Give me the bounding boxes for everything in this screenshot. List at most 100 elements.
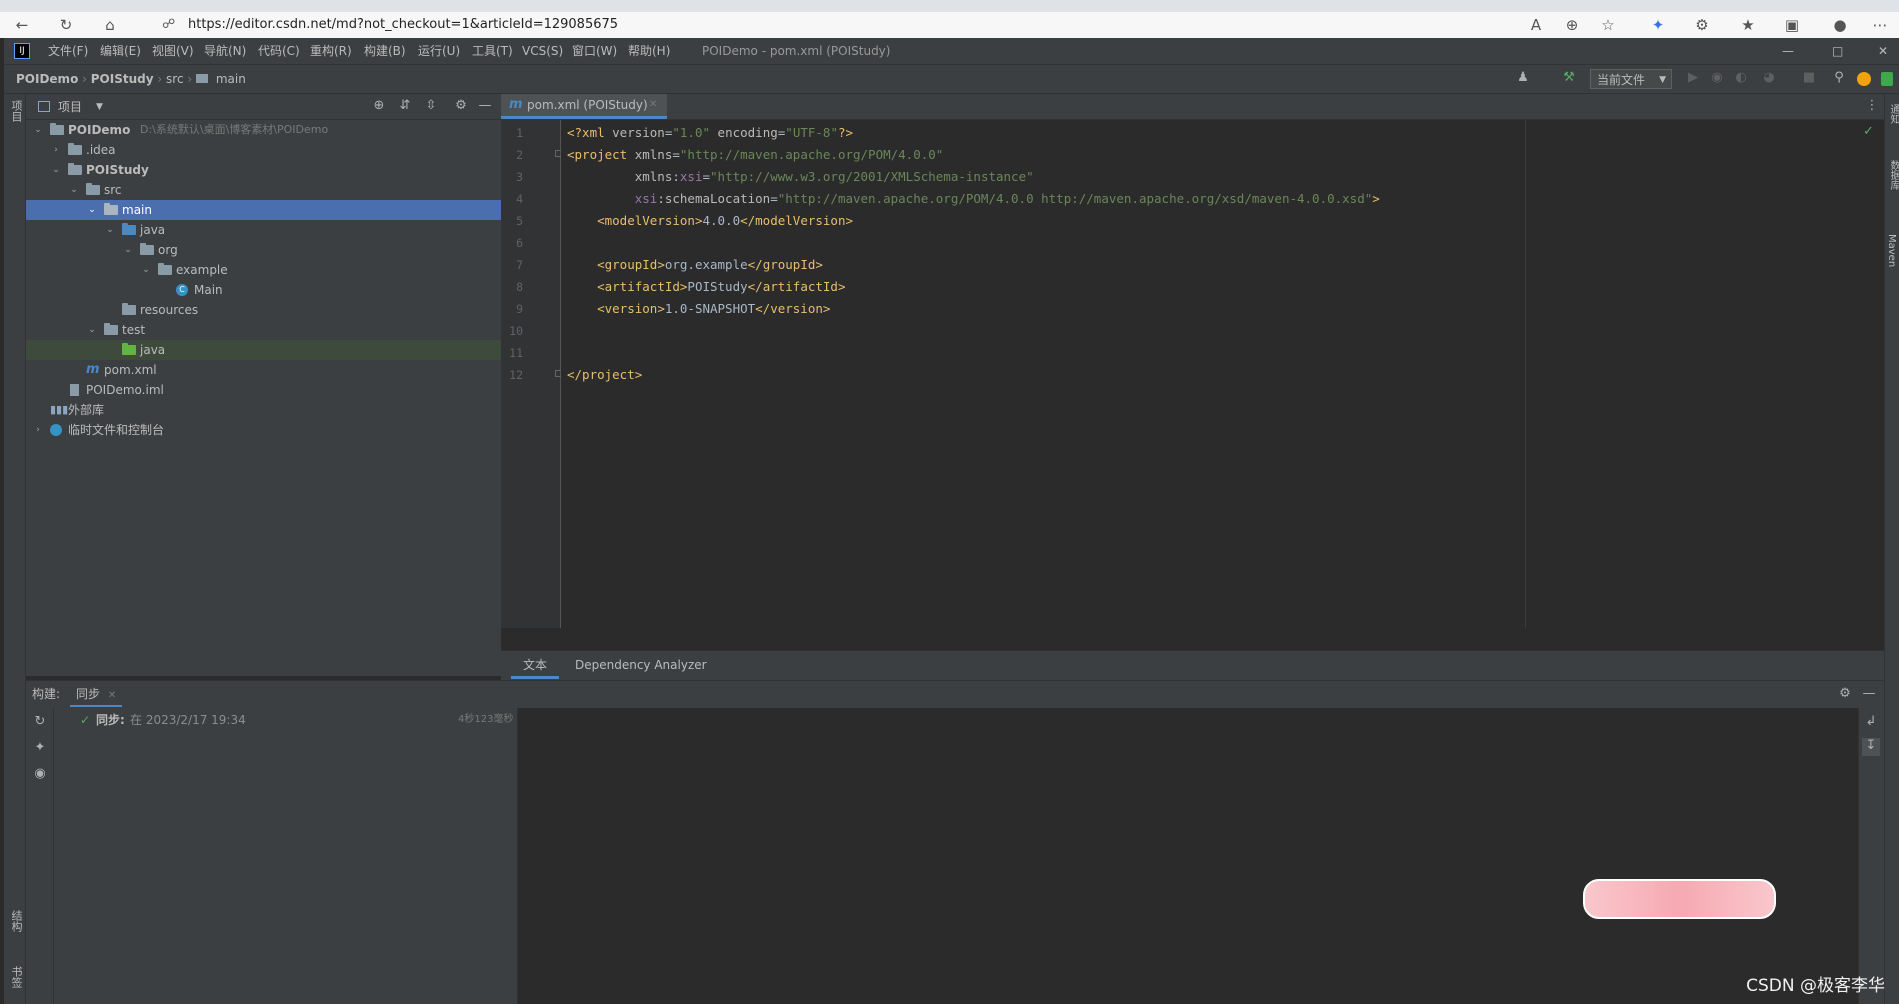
menu-vcs[interactable]: VCS(S)	[522, 38, 563, 64]
hide-panel-icon[interactable]: —	[1860, 686, 1878, 704]
chevron-right-icon[interactable]: ›	[32, 420, 44, 440]
menu-window[interactable]: 窗口(W)	[572, 38, 617, 64]
run-icon[interactable]: ▶	[1684, 70, 1702, 88]
menu-build[interactable]: 构建(B)	[364, 38, 406, 64]
bookmarks-tool-button[interactable]: 书签	[8, 966, 24, 988]
maven-tool-button[interactable]: Maven	[1886, 234, 1897, 267]
chevron-down-icon[interactable]: ⌄	[68, 180, 80, 200]
tree-item-test[interactable]: ⌄ test	[26, 320, 501, 340]
chevron-right-icon[interactable]: ›	[50, 140, 62, 160]
gear-icon[interactable]: ⚙	[1836, 686, 1854, 704]
sync-icon[interactable]: ↻	[31, 714, 49, 732]
close-tab-icon[interactable]: ✕	[649, 94, 657, 116]
tree-item-resources[interactable]: resources	[26, 300, 501, 320]
close-icon[interactable]: ✕	[1878, 38, 1888, 64]
tree-item-src[interactable]: ⌄ src	[26, 180, 501, 200]
tree-item-scratches[interactable]: › 临时文件和控制台	[26, 420, 501, 440]
read-aloud-icon[interactable]: A	[1526, 15, 1546, 35]
chevron-down-icon[interactable]: ⌄	[86, 200, 98, 220]
zoom-icon[interactable]: ⊕	[1562, 15, 1582, 35]
hide-panel-icon[interactable]: —	[476, 98, 494, 116]
update-icon[interactable]	[1857, 72, 1871, 86]
favorite-icon[interactable]: ☆	[1598, 15, 1618, 35]
chevron-down-icon[interactable]: ⌄	[104, 220, 116, 240]
plugin-icon[interactable]	[1881, 72, 1893, 86]
chevron-down-icon[interactable]: ⌄	[32, 120, 44, 140]
coverage-icon[interactable]: ◐	[1732, 70, 1750, 88]
refresh-icon[interactable]: ↻	[56, 15, 76, 35]
more-vertical-icon[interactable]: ⋮	[1863, 98, 1881, 116]
notifications-tool-button[interactable]: 通知	[1886, 104, 1899, 124]
puzzle-icon[interactable]: ⚙	[1692, 15, 1712, 35]
tab-dependency-analyzer[interactable]: Dependency Analyzer	[573, 651, 707, 679]
gear-icon[interactable]: ⚙	[452, 98, 470, 116]
tab-sync[interactable]: 同步 ✕	[70, 681, 123, 707]
tree-item-poistudy[interactable]: ⌄ POIStudy	[26, 160, 501, 180]
menu-code[interactable]: 代码(C)	[258, 38, 300, 64]
scroll-to-end-icon[interactable]: ↧	[1862, 738, 1880, 756]
sync-result-row[interactable]: ✓ 同步: 在 2023/2/17 19:34 4秒123毫秒	[54, 710, 516, 730]
soft-wrap-icon[interactable]: ↲	[1862, 714, 1880, 732]
extension-icon[interactable]: ✦	[1648, 15, 1668, 35]
debug-icon[interactable]: ◉	[1708, 70, 1726, 88]
menu-tools[interactable]: 工具(T)	[472, 38, 513, 64]
eye-icon[interactable]: ◉	[31, 766, 49, 784]
more-icon[interactable]: ⋯	[1870, 15, 1890, 35]
tree-item-example[interactable]: ⌄ example	[26, 260, 501, 280]
chevron-down-icon[interactable]: ▼	[96, 94, 103, 120]
menu-file[interactable]: 文件(F)	[48, 38, 88, 64]
search-icon[interactable]: ⚲	[1830, 70, 1848, 88]
url-field[interactable]: ☍ https://editor.csdn.net/md?not_checkou…	[140, 15, 1500, 35]
chevron-down-icon[interactable]: ⌄	[140, 260, 152, 280]
menu-navigate[interactable]: 导航(N)	[204, 38, 246, 64]
chevron-down-icon[interactable]: ⌄	[50, 160, 62, 180]
project-tool-button[interactable]: 项目	[8, 100, 24, 122]
database-tool-button[interactable]: 数据库	[1886, 160, 1899, 190]
tree-item-main[interactable]: ⌄ main	[26, 200, 501, 220]
chevron-down-icon[interactable]: ⌄	[122, 240, 134, 260]
locate-icon[interactable]: ⊕	[370, 98, 388, 116]
breadcrumb-item[interactable]: main	[216, 72, 246, 86]
tab-text[interactable]: 文本	[511, 651, 560, 679]
collections-icon[interactable]: ▣	[1782, 15, 1802, 35]
close-tab-icon[interactable]: ✕	[108, 690, 116, 701]
menu-help[interactable]: 帮助(H)	[628, 38, 670, 64]
breadcrumb-item[interactable]: src	[166, 72, 184, 86]
menu-run[interactable]: 运行(U)	[418, 38, 460, 64]
build-console[interactable]	[518, 708, 1858, 1004]
tree-item-external-libraries[interactable]: ▮▮▮ 外部库	[26, 400, 501, 420]
tree-item-label: 外部库	[68, 403, 105, 417]
minimize-icon[interactable]: —	[1782, 38, 1794, 64]
project-view-select[interactable]: 项目	[58, 94, 82, 120]
tree-item-iml[interactable]: POIDemo.iml	[26, 380, 501, 400]
build-hammer-icon[interactable]: ⚒	[1560, 70, 1578, 88]
profile-icon[interactable]: ●	[1830, 15, 1850, 35]
tree-item-main-class[interactable]: C Main	[26, 280, 501, 300]
expand-all-icon[interactable]: ⇵	[396, 98, 414, 116]
tree-item-java[interactable]: ⌄ java	[26, 220, 501, 240]
collapse-all-icon[interactable]: ⇳	[422, 98, 440, 116]
breadcrumb-item[interactable]: POIDemo	[16, 72, 78, 86]
menu-refactor[interactable]: 重构(R)	[310, 38, 352, 64]
code-editor[interactable]: <?xml version="1.0" encoding="UTF-8"?> <p…	[561, 120, 1884, 628]
user-icon[interactable]: ♟	[1514, 70, 1532, 88]
pin-icon[interactable]: ✦	[31, 740, 49, 758]
home-icon[interactable]: ⌂	[100, 15, 120, 35]
run-config-select[interactable]: 当前文件 ▼	[1590, 69, 1672, 89]
favorites-list-icon[interactable]: ★	[1738, 15, 1758, 35]
tree-item-test-java[interactable]: java	[26, 340, 501, 360]
maximize-icon[interactable]: □	[1832, 38, 1843, 64]
tree-item-org[interactable]: ⌄ org	[26, 240, 501, 260]
profiler-icon[interactable]: ◕	[1760, 70, 1778, 88]
menu-edit[interactable]: 编辑(E)	[100, 38, 141, 64]
back-icon[interactable]: ←	[12, 15, 32, 35]
tree-item-pom[interactable]: m pom.xml	[26, 360, 501, 380]
tree-item-poidemo[interactable]: ⌄ POIDemo D:\系统默认\桌面\博客素材\POIDemo	[26, 120, 501, 140]
menu-view[interactable]: 视图(V)	[152, 38, 194, 64]
structure-tool-button[interactable]: 结构	[8, 910, 24, 932]
breadcrumb-item[interactable]: POIStudy	[91, 72, 154, 86]
editor-tab-pom[interactable]: m pom.xml (POIStudy) ✕	[501, 94, 667, 119]
tree-item-idea[interactable]: › .idea	[26, 140, 501, 160]
chevron-down-icon[interactable]: ⌄	[86, 320, 98, 340]
stop-icon[interactable]: ■	[1800, 70, 1818, 88]
